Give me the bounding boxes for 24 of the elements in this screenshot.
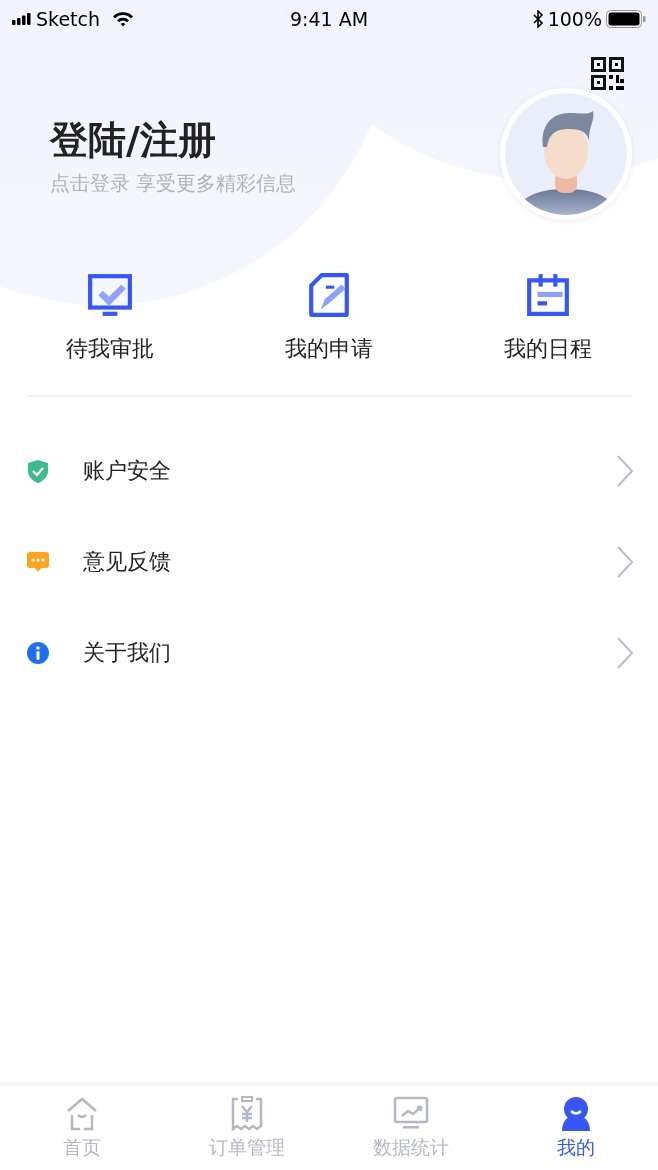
carrier-name: Sketch: [36, 6, 100, 32]
my-schedule-shortcut[interactable]: 我的日程: [504, 272, 593, 365]
bluetooth-icon: [532, 10, 544, 28]
document-pen-icon: [306, 272, 352, 318]
chevron-right-icon: [616, 635, 634, 670]
chevron-right-icon: [616, 453, 634, 488]
chevron-right-icon: [616, 544, 634, 579]
status-time: 9:41 AM: [289, 6, 369, 32]
battery-percent: 100%: [547, 6, 602, 32]
feedback-menu-item[interactable]: 意见反馈: [0, 516, 658, 607]
login-register-link[interactable]: 登陆/注册: [50, 118, 297, 164]
login-hint: 点击登录 享受更多精彩信息: [50, 169, 297, 197]
calendar-icon: [525, 272, 572, 318]
qr-code-icon[interactable]: [591, 57, 624, 90]
about-menu-item[interactable]: 关于我们: [0, 607, 658, 698]
battery-icon: [606, 10, 646, 28]
security-menu-item[interactable]: 账户安全: [0, 425, 658, 516]
me-tab[interactable]: 我的: [493, 1086, 658, 1170]
signal-icon: [12, 13, 32, 25]
monitor-check-icon: [86, 272, 133, 318]
wifi-icon: [112, 11, 134, 27]
my-applications-shortcut[interactable]: 我的申请: [285, 272, 373, 365]
monitor-chart-icon: [393, 1094, 430, 1131]
pending-approval-shortcut[interactable]: 待我审批: [65, 272, 154, 365]
